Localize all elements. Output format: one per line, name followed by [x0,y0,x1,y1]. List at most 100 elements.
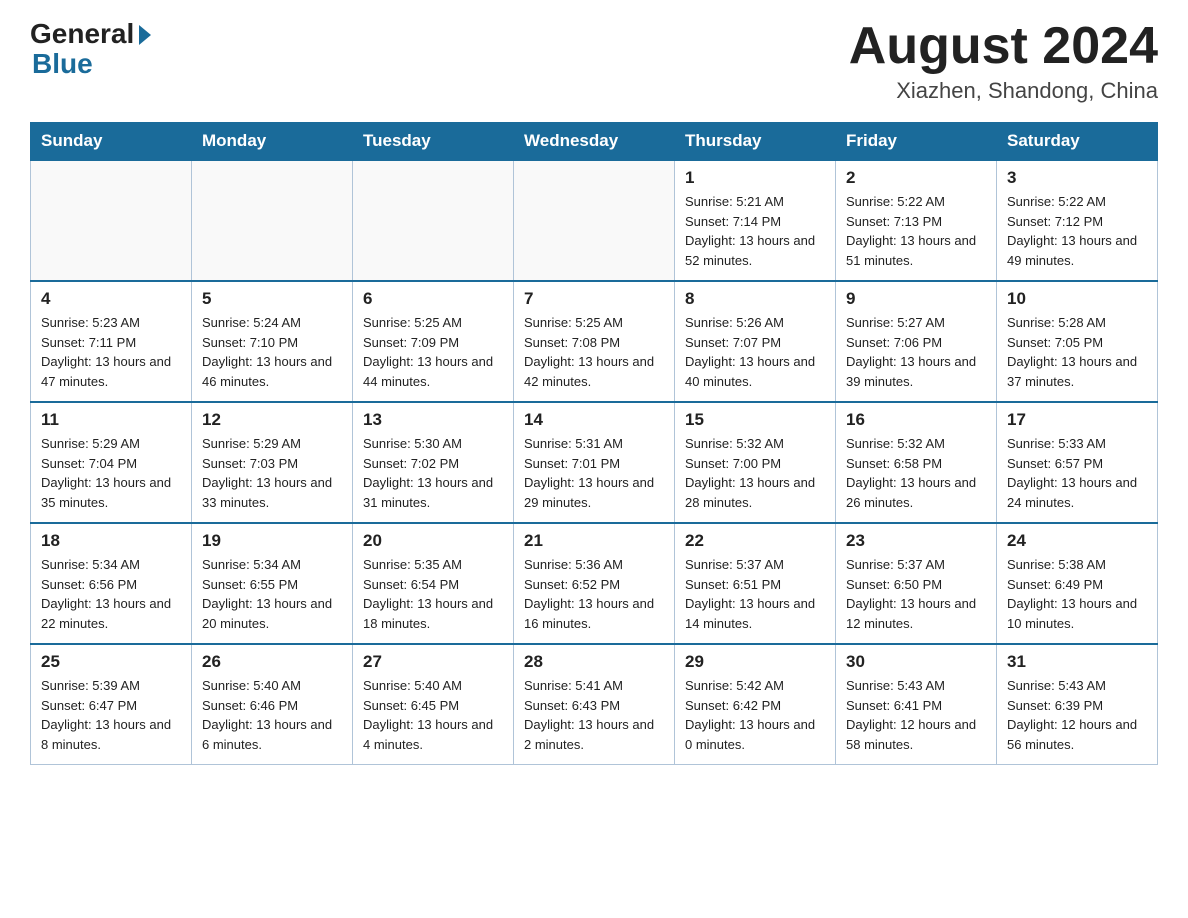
page-header: General Blue August 2024 Xiazhen, Shando… [30,20,1158,104]
day-number: 16 [846,410,986,430]
day-number: 4 [41,289,181,309]
day-number: 29 [685,652,825,672]
table-row: 7 Sunrise: 5:25 AMSunset: 7:08 PMDaylight… [514,281,675,402]
table-row: 18 Sunrise: 5:34 AMSunset: 6:56 PMDayligh… [31,523,192,644]
day-info: Sunrise: 5:29 AMSunset: 7:04 PMDaylight:… [41,434,181,512]
table-row: 13 Sunrise: 5:30 AMSunset: 7:02 PMDayligh… [353,402,514,523]
table-row: 30Sunrise: 5:43 AMSunset: 6:41 PMDayligh… [836,644,997,765]
logo-blue-text: Blue [32,50,151,78]
table-row: 11Sunrise: 5:29 AMSunset: 7:04 PMDayligh… [31,402,192,523]
day-info: Sunrise: 5:22 AMSunset: 7:13 PMDaylight:… [846,192,986,270]
calendar-week-row: 1 Sunrise: 5:21 AMSunset: 7:14 PMDaylight… [31,160,1158,281]
day-number: 5 [202,289,342,309]
month-title: August 2024 [849,20,1158,72]
col-thursday: Thursday [675,123,836,161]
day-info: Sunrise: 5:31 AMSunset: 7:01 PMDaylight:… [524,434,664,512]
day-number: 15 [685,410,825,430]
day-number: 19 [202,531,342,551]
day-info: Sunrise: 5:43 AMSunset: 6:39 PMDaylight:… [1007,676,1147,754]
day-info: Sunrise: 5:22 AMSunset: 7:12 PMDaylight:… [1007,192,1147,270]
calendar-week-row: 11Sunrise: 5:29 AMSunset: 7:04 PMDayligh… [31,402,1158,523]
calendar-week-row: 4 Sunrise: 5:23 AMSunset: 7:11 PMDaylight… [31,281,1158,402]
table-row: 4 Sunrise: 5:23 AMSunset: 7:11 PMDaylight… [31,281,192,402]
calendar-header: Sunday Monday Tuesday Wednesday Thursday… [31,123,1158,161]
day-info: Sunrise: 5:37 AMSunset: 6:50 PMDaylight:… [846,555,986,633]
table-row: 25 Sunrise: 5:39 AMSunset: 6:47 PMDayligh… [31,644,192,765]
day-number: 25 [41,652,181,672]
table-row: 27Sunrise: 5:40 AMSunset: 6:45 PMDayligh… [353,644,514,765]
table-row: 6Sunrise: 5:25 AMSunset: 7:09 PMDaylight… [353,281,514,402]
day-number: 23 [846,531,986,551]
day-number: 3 [1007,168,1147,188]
day-number: 12 [202,410,342,430]
day-number: 26 [202,652,342,672]
day-info: Sunrise: 5:39 AMSunset: 6:47 PMDaylight:… [41,676,181,754]
calendar-week-row: 25 Sunrise: 5:39 AMSunset: 6:47 PMDayligh… [31,644,1158,765]
day-info: Sunrise: 5:25 AMSunset: 7:08 PMDaylight:… [524,313,664,391]
day-number: 13 [363,410,503,430]
table-row [514,160,675,281]
day-info: Sunrise: 5:42 AMSunset: 6:42 PMDaylight:… [685,676,825,754]
day-number: 7 [524,289,664,309]
day-info: Sunrise: 5:30 AMSunset: 7:02 PMDaylight:… [363,434,503,512]
day-info: Sunrise: 5:38 AMSunset: 6:49 PMDaylight:… [1007,555,1147,633]
day-number: 10 [1007,289,1147,309]
calendar-table: Sunday Monday Tuesday Wednesday Thursday… [30,122,1158,765]
day-info: Sunrise: 5:41 AMSunset: 6:43 PMDaylight:… [524,676,664,754]
title-area: August 2024 Xiazhen, Shandong, China [849,20,1158,104]
day-number: 6 [363,289,503,309]
col-tuesday: Tuesday [353,123,514,161]
day-info: Sunrise: 5:26 AMSunset: 7:07 PMDaylight:… [685,313,825,391]
day-number: 24 [1007,531,1147,551]
table-row: 31 Sunrise: 5:43 AMSunset: 6:39 PMDayligh… [997,644,1158,765]
weekday-header-row: Sunday Monday Tuesday Wednesday Thursday… [31,123,1158,161]
day-info: Sunrise: 5:23 AMSunset: 7:11 PMDaylight:… [41,313,181,391]
table-row: 21Sunrise: 5:36 AMSunset: 6:52 PMDayligh… [514,523,675,644]
table-row: 23 Sunrise: 5:37 AMSunset: 6:50 PMDayligh… [836,523,997,644]
table-row [353,160,514,281]
day-number: 18 [41,531,181,551]
table-row: 9Sunrise: 5:27 AMSunset: 7:06 PMDaylight… [836,281,997,402]
location: Xiazhen, Shandong, China [849,78,1158,104]
table-row: 17Sunrise: 5:33 AMSunset: 6:57 PMDayligh… [997,402,1158,523]
day-number: 20 [363,531,503,551]
table-row: 2 Sunrise: 5:22 AMSunset: 7:13 PMDaylight… [836,160,997,281]
col-friday: Friday [836,123,997,161]
day-number: 28 [524,652,664,672]
table-row: 20Sunrise: 5:35 AMSunset: 6:54 PMDayligh… [353,523,514,644]
day-info: Sunrise: 5:32 AMSunset: 6:58 PMDaylight:… [846,434,986,512]
day-number: 22 [685,531,825,551]
col-sunday: Sunday [31,123,192,161]
table-row: 14 Sunrise: 5:31 AMSunset: 7:01 PMDayligh… [514,402,675,523]
day-info: Sunrise: 5:40 AMSunset: 6:45 PMDaylight:… [363,676,503,754]
calendar-week-row: 18 Sunrise: 5:34 AMSunset: 6:56 PMDayligh… [31,523,1158,644]
table-row: 10Sunrise: 5:28 AMSunset: 7:05 PMDayligh… [997,281,1158,402]
table-row: 8 Sunrise: 5:26 AMSunset: 7:07 PMDaylight… [675,281,836,402]
table-row: 22Sunrise: 5:37 AMSunset: 6:51 PMDayligh… [675,523,836,644]
table-row: 24 Sunrise: 5:38 AMSunset: 6:49 PMDayligh… [997,523,1158,644]
table-row: 15Sunrise: 5:32 AMSunset: 7:00 PMDayligh… [675,402,836,523]
day-info: Sunrise: 5:21 AMSunset: 7:14 PMDaylight:… [685,192,825,270]
day-info: Sunrise: 5:24 AMSunset: 7:10 PMDaylight:… [202,313,342,391]
day-info: Sunrise: 5:34 AMSunset: 6:55 PMDaylight:… [202,555,342,633]
table-row: 19 Sunrise: 5:34 AMSunset: 6:55 PMDayligh… [192,523,353,644]
logo-general-text: General [30,20,134,48]
col-monday: Monday [192,123,353,161]
day-number: 14 [524,410,664,430]
day-number: 9 [846,289,986,309]
day-number: 2 [846,168,986,188]
col-wednesday: Wednesday [514,123,675,161]
col-saturday: Saturday [997,123,1158,161]
table-row: 16 Sunrise: 5:32 AMSunset: 6:58 PMDayligh… [836,402,997,523]
day-number: 8 [685,289,825,309]
table-row: 28 Sunrise: 5:41 AMSunset: 6:43 PMDayligh… [514,644,675,765]
day-info: Sunrise: 5:43 AMSunset: 6:41 PMDaylight:… [846,676,986,754]
day-info: Sunrise: 5:34 AMSunset: 6:56 PMDaylight:… [41,555,181,633]
table-row: 3 Sunrise: 5:22 AMSunset: 7:12 PMDaylight… [997,160,1158,281]
day-number: 31 [1007,652,1147,672]
table-row: 26 Sunrise: 5:40 AMSunset: 6:46 PMDayligh… [192,644,353,765]
day-info: Sunrise: 5:33 AMSunset: 6:57 PMDaylight:… [1007,434,1147,512]
day-number: 1 [685,168,825,188]
day-info: Sunrise: 5:29 AMSunset: 7:03 PMDaylight:… [202,434,342,512]
day-info: Sunrise: 5:40 AMSunset: 6:46 PMDaylight:… [202,676,342,754]
